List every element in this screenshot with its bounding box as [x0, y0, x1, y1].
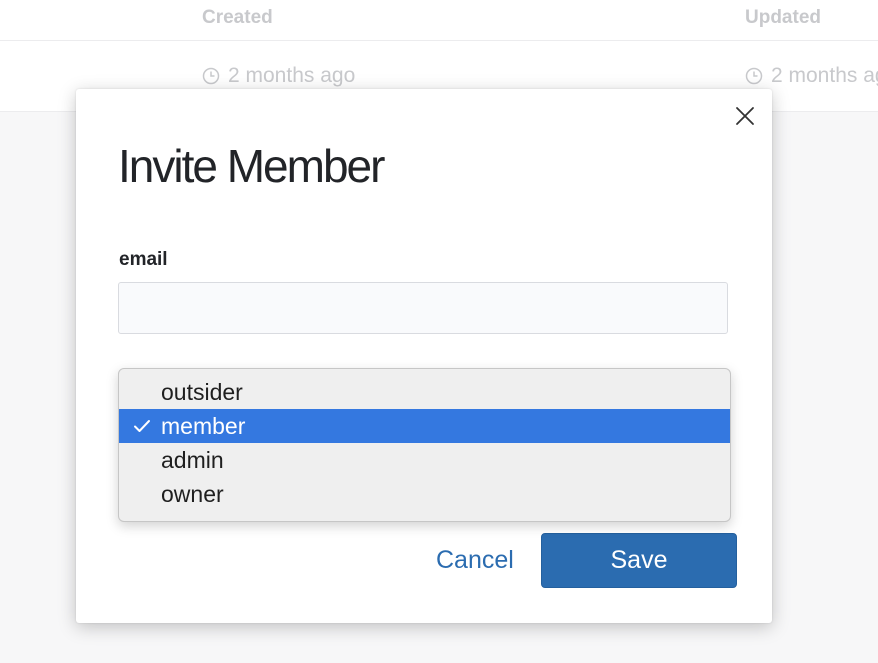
column-header-updated[interactable]: Updated [745, 7, 821, 29]
cell-created: 2 months ago [202, 64, 355, 88]
close-icon [736, 107, 754, 125]
role-option-label: admin [161, 447, 224, 473]
invite-member-modal: Invite Member email Cancel Save [76, 89, 772, 623]
role-option-label: member [161, 413, 246, 439]
clock-icon [745, 67, 763, 85]
clock-icon [202, 67, 220, 85]
role-option-label: owner [161, 481, 224, 507]
column-header-created[interactable]: Created [202, 7, 273, 29]
role-dropdown-menu[interactable]: outsider member admin owner [118, 368, 731, 522]
role-option-label: outsider [161, 379, 243, 405]
updated-value: 2 months ago [771, 64, 878, 87]
cancel-button[interactable]: Cancel [436, 546, 514, 575]
role-option-member[interactable]: member [119, 409, 730, 443]
email-field[interactable] [118, 282, 728, 334]
created-value: 2 months ago [228, 64, 356, 87]
checkmark-icon [134, 420, 150, 432]
table-header-row: Created Updated [0, 0, 878, 41]
email-label: email [119, 249, 168, 270]
cell-updated: 2 months ago [745, 64, 878, 88]
modal-title: Invite Member [118, 140, 385, 192]
role-option-admin[interactable]: admin [119, 443, 730, 477]
role-option-owner[interactable]: owner [119, 477, 730, 511]
save-button[interactable]: Save [541, 533, 737, 588]
role-option-outsider[interactable]: outsider [119, 375, 730, 409]
close-button[interactable] [732, 103, 758, 129]
